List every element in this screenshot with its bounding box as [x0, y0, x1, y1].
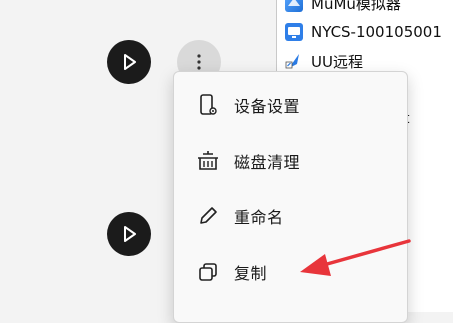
menu-item-copy[interactable]: 复制 — [174, 250, 407, 294]
list-item-label: NYCS-100105001 — [311, 23, 442, 41]
menu-item-label: 磁盘清理 — [234, 153, 301, 172]
menu-item-rename[interactable]: 重命名 — [174, 194, 407, 238]
menu-item-label: 复制 — [234, 264, 268, 283]
disk-cleanup-icon — [196, 149, 220, 173]
play-button[interactable] — [107, 212, 151, 256]
play-button[interactable] — [107, 40, 151, 84]
play-icon — [124, 54, 136, 70]
rename-pencil-icon — [196, 204, 220, 228]
menu-item-device-settings[interactable]: 设备设置 — [174, 83, 407, 127]
more-vertical-icon — [197, 54, 201, 70]
list-item-mumu[interactable]: MuMu模拟器 — [285, 0, 401, 14]
uu-remote-icon — [285, 52, 303, 70]
menu-item-disk-cleanup[interactable]: 磁盘清理 — [174, 139, 407, 183]
menu-item-label: 重命名 — [234, 208, 284, 227]
device-settings-icon — [196, 93, 220, 117]
list-item-uu-remote[interactable]: UU远程 — [285, 50, 363, 72]
list-item-nycs[interactable]: NYCS-100105001 — [285, 21, 442, 43]
context-menu: 设备设置 磁盘清理 重命名 复制 — [173, 71, 408, 323]
api-app-icon — [285, 23, 303, 41]
mumu-app-icon — [285, 0, 303, 12]
list-item-label: UU远程 — [311, 52, 363, 71]
list-item-label: MuMu模拟器 — [311, 0, 401, 13]
play-icon — [124, 226, 136, 242]
menu-item-label: 设备设置 — [234, 97, 301, 116]
copy-icon — [196, 260, 220, 284]
